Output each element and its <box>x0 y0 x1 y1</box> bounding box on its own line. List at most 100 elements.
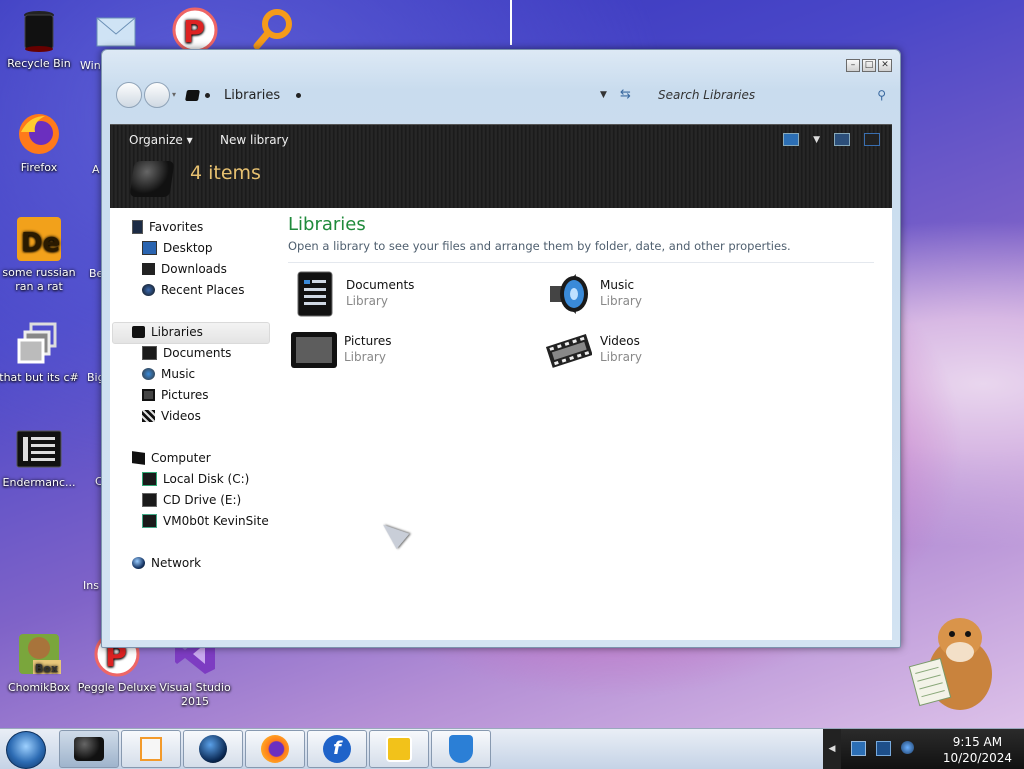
tree-item-cd-drive[interactable]: CD Drive (E:) <box>142 493 241 507</box>
documents-library-icon <box>292 270 338 317</box>
document-list-icon <box>15 425 63 473</box>
start-button[interactable] <box>6 731 46 769</box>
page-subtitle: Open a library to see your files and arr… <box>288 239 791 253</box>
tree-item-videos[interactable]: Videos <box>142 409 201 423</box>
desktop-icon-label: Recycle Bin <box>7 57 71 70</box>
minimize-button[interactable]: – <box>846 59 860 72</box>
desktop-icon-endermanch[interactable]: Endermanc... <box>0 425 81 490</box>
library-name: Documents <box>346 278 415 292</box>
navigation-tree: Favorites Desktop Downloads Recent Place… <box>110 208 278 640</box>
desktop-icon-label: Visual Studio 2015 <box>159 681 231 708</box>
change-view-icon[interactable] <box>783 133 800 146</box>
tree-item-documents[interactable]: Documents <box>142 346 231 360</box>
libraries-icon <box>74 737 104 761</box>
address-bar[interactable]: Libraries <box>185 88 302 103</box>
tree-item-downloads[interactable]: Downloads <box>142 262 227 276</box>
tray-icons <box>851 741 914 756</box>
taskbar-button-explorer[interactable] <box>59 730 119 768</box>
clipped-desktop-label: A <box>92 163 100 176</box>
libraries-icon <box>132 326 145 338</box>
taskbar-button-media-player[interactable] <box>121 730 181 768</box>
tree-item-desktop[interactable]: Desktop <box>142 241 213 255</box>
desktop-icon-label: that but its c# <box>0 371 79 384</box>
taskbar-button-globe[interactable] <box>183 730 243 768</box>
tree-item-music[interactable]: Music <box>142 367 195 381</box>
taskbar: f ◀ 9:15 AM 10/20/2024 <box>0 728 1024 769</box>
refresh-icon[interactable]: ⇆ <box>620 87 631 102</box>
desktop-icon-chomikbox[interactable]: Box ChomikBox <box>0 630 81 695</box>
desktop-icon-recycle-bin[interactable]: Recycle Bin <box>0 6 81 71</box>
taskbar-button-notes[interactable] <box>369 730 429 768</box>
desktop-icon-label: Peggle Deluxe <box>77 681 157 694</box>
firefox-icon <box>15 110 63 158</box>
tree-item-network-drive[interactable]: VM0b0t KevinSite <box>142 514 269 528</box>
clock-date: 10/20/2024 <box>942 751 1012 765</box>
organize-button[interactable]: Organize ▾ <box>129 133 193 147</box>
taskbar-clock[interactable]: 9:15 AM 10/20/2024 <box>943 734 1012 766</box>
taskbar-button-firefox[interactable] <box>245 730 305 768</box>
library-item-videos[interactable]: Videos Library <box>545 326 642 372</box>
preview-pane-icon[interactable] <box>834 133 850 146</box>
clipped-desktop-label: Ins <box>83 579 99 592</box>
search-icon[interactable]: ⚲ <box>877 86 886 104</box>
action-center-icon[interactable] <box>851 741 866 756</box>
search-box[interactable]: Search Libraries ⚲ <box>658 86 890 104</box>
tree-item-computer[interactable]: Computer <box>132 451 211 465</box>
documents-icon <box>142 346 157 360</box>
library-item-documents[interactable]: Documents Library <box>292 270 415 317</box>
show-hidden-icons-button[interactable]: ◀ <box>823 729 841 769</box>
network-tray-icon[interactable] <box>876 741 891 756</box>
desktop-icon-label: ChomikBox <box>8 681 70 694</box>
desktop-icon-that-but-its-csharp[interactable]: that but its c# <box>0 320 81 385</box>
maximize-button[interactable]: □ <box>862 59 876 72</box>
library-large-icon <box>129 161 175 197</box>
tree-item-recent-places[interactable]: Recent Places <box>142 283 244 297</box>
volume-icon[interactable] <box>901 741 914 754</box>
peggle-icon: P <box>171 6 219 54</box>
back-button[interactable] <box>116 82 142 108</box>
svg-text:De: De <box>21 228 60 258</box>
library-type: Library <box>600 350 642 364</box>
address-dropdown-icon[interactable]: ▼ <box>600 90 607 100</box>
downloads-icon <box>142 263 155 275</box>
view-dropdown-icon[interactable]: ▼ <box>813 135 820 145</box>
hamster-gadget[interactable] <box>908 604 998 714</box>
explorer-window[interactable]: – □ ✕ ▾ Libraries ▼ ⇆ Search Libraries ⚲… <box>101 49 901 648</box>
tree-item-pictures[interactable]: Pictures <box>142 388 209 402</box>
help-icon[interactable] <box>864 133 880 146</box>
firefox-icon <box>261 735 289 763</box>
recent-pages-chevron-icon[interactable]: ▾ <box>172 90 176 108</box>
breadcrumb-separator-icon[interactable] <box>205 93 210 98</box>
windows-stack-icon <box>15 320 63 368</box>
desktop-icon-firefox[interactable]: Firefox <box>0 110 81 175</box>
taskbar-button-security[interactable] <box>431 730 491 768</box>
clock-time: 9:15 AM <box>952 735 1003 749</box>
globe-icon <box>199 735 227 763</box>
library-type: Library <box>346 294 388 308</box>
desktop-icon-some-russian-ran-a-rat[interactable]: De some russian ran a rat <box>0 215 81 294</box>
computer-icon <box>132 451 145 465</box>
mail-icon <box>93 6 141 54</box>
music-icon <box>142 368 155 380</box>
music-library-icon <box>546 270 592 316</box>
breadcrumb-separator-icon[interactable] <box>296 93 302 98</box>
library-name: Music <box>600 278 635 292</box>
recycle-bin-icon <box>15 6 63 54</box>
tree-item-local-disk[interactable]: Local Disk (C:) <box>142 472 249 486</box>
library-item-pictures[interactable]: Pictures Library <box>290 326 392 372</box>
new-library-button[interactable]: New library <box>220 133 289 147</box>
tree-item-libraries[interactable]: Libraries <box>132 325 203 339</box>
taskbar-button-flash[interactable]: f <box>307 730 367 768</box>
item-count: 4 items <box>190 162 261 184</box>
svg-text:P: P <box>183 15 205 50</box>
forward-button[interactable] <box>144 82 170 108</box>
hamster-icon <box>908 618 992 710</box>
clipped-desktop-label: Win <box>80 59 101 72</box>
close-button[interactable]: ✕ <box>878 59 892 72</box>
tree-item-network[interactable]: Network <box>132 556 201 570</box>
library-item-music[interactable]: Music Library <box>546 270 642 316</box>
shield-icon <box>449 735 473 763</box>
tree-item-favorites[interactable]: Favorites <box>132 220 203 234</box>
search-input[interactable]: Search Libraries <box>658 88 755 102</box>
breadcrumb-libraries[interactable]: Libraries <box>224 88 280 103</box>
